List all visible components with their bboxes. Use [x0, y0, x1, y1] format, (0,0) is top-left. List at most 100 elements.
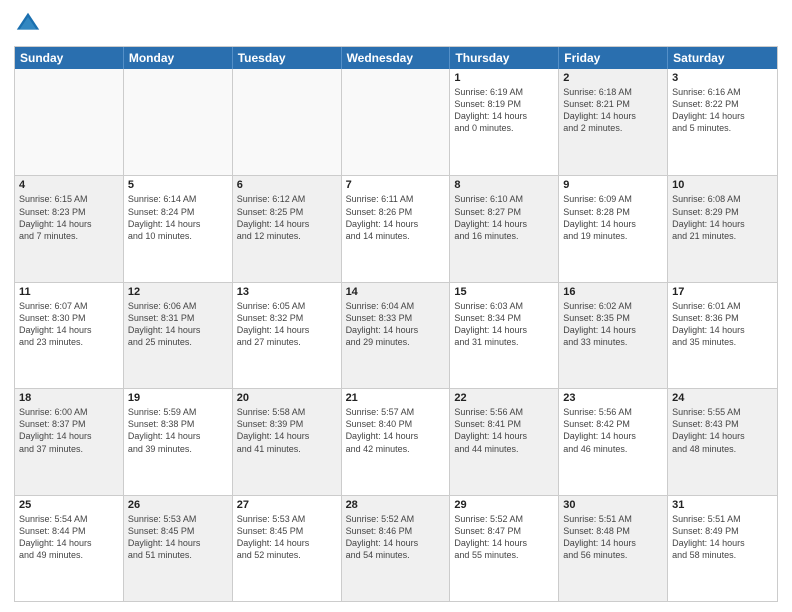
day-info: Sunrise: 5:57 AM Sunset: 8:40 PM Dayligh… [346, 406, 446, 455]
page: SundayMondayTuesdayWednesdayThursdayFrid… [0, 0, 792, 612]
calendar-body: 1 Sunrise: 6:19 AM Sunset: 8:19 PM Daylig… [15, 69, 777, 601]
day-info: Sunrise: 6:15 AM Sunset: 8:23 PM Dayligh… [19, 193, 119, 242]
calendar-day-11: 11 Sunrise: 6:07 AM Sunset: 8:30 PM Dayli… [15, 283, 124, 388]
day-info: Sunrise: 6:05 AM Sunset: 8:32 PM Dayligh… [237, 300, 337, 349]
day-number: 28 [346, 499, 446, 511]
day-number: 15 [454, 286, 554, 298]
day-number: 25 [19, 499, 119, 511]
day-number: 7 [346, 179, 446, 191]
day-info: Sunrise: 6:19 AM Sunset: 8:19 PM Dayligh… [454, 86, 554, 135]
day-number: 3 [672, 72, 773, 84]
calendar-day-20: 20 Sunrise: 5:58 AM Sunset: 8:39 PM Dayli… [233, 389, 342, 494]
calendar-day-empty [124, 69, 233, 175]
day-info: Sunrise: 6:12 AM Sunset: 8:25 PM Dayligh… [237, 193, 337, 242]
day-info: Sunrise: 5:53 AM Sunset: 8:45 PM Dayligh… [128, 513, 228, 562]
day-info: Sunrise: 5:54 AM Sunset: 8:44 PM Dayligh… [19, 513, 119, 562]
day-info: Sunrise: 6:06 AM Sunset: 8:31 PM Dayligh… [128, 300, 228, 349]
day-info: Sunrise: 6:08 AM Sunset: 8:29 PM Dayligh… [672, 193, 773, 242]
day-info: Sunrise: 6:07 AM Sunset: 8:30 PM Dayligh… [19, 300, 119, 349]
day-info: Sunrise: 5:51 AM Sunset: 8:49 PM Dayligh… [672, 513, 773, 562]
calendar-day-4: 4 Sunrise: 6:15 AM Sunset: 8:23 PM Daylig… [15, 176, 124, 281]
day-number: 4 [19, 179, 119, 191]
day-number: 5 [128, 179, 228, 191]
calendar-day-28: 28 Sunrise: 5:52 AM Sunset: 8:46 PM Dayli… [342, 496, 451, 601]
calendar-day-13: 13 Sunrise: 6:05 AM Sunset: 8:32 PM Dayli… [233, 283, 342, 388]
weekday-header-friday: Friday [559, 47, 668, 69]
day-number: 20 [237, 392, 337, 404]
weekday-header-thursday: Thursday [450, 47, 559, 69]
calendar-day-26: 26 Sunrise: 5:53 AM Sunset: 8:45 PM Dayli… [124, 496, 233, 601]
day-number: 6 [237, 179, 337, 191]
day-info: Sunrise: 6:02 AM Sunset: 8:35 PM Dayligh… [563, 300, 663, 349]
calendar-day-27: 27 Sunrise: 5:53 AM Sunset: 8:45 PM Dayli… [233, 496, 342, 601]
day-info: Sunrise: 5:59 AM Sunset: 8:38 PM Dayligh… [128, 406, 228, 455]
day-number: 9 [563, 179, 663, 191]
logo-icon [14, 10, 42, 38]
calendar-day-14: 14 Sunrise: 6:04 AM Sunset: 8:33 PM Dayli… [342, 283, 451, 388]
day-info: Sunrise: 6:01 AM Sunset: 8:36 PM Dayligh… [672, 300, 773, 349]
day-info: Sunrise: 6:16 AM Sunset: 8:22 PM Dayligh… [672, 86, 773, 135]
calendar-row-1: 1 Sunrise: 6:19 AM Sunset: 8:19 PM Daylig… [15, 69, 777, 175]
day-number: 10 [672, 179, 773, 191]
calendar-day-21: 21 Sunrise: 5:57 AM Sunset: 8:40 PM Dayli… [342, 389, 451, 494]
day-number: 19 [128, 392, 228, 404]
calendar-row-2: 4 Sunrise: 6:15 AM Sunset: 8:23 PM Daylig… [15, 175, 777, 281]
weekday-header-wednesday: Wednesday [342, 47, 451, 69]
day-info: Sunrise: 5:51 AM Sunset: 8:48 PM Dayligh… [563, 513, 663, 562]
calendar-day-19: 19 Sunrise: 5:59 AM Sunset: 8:38 PM Dayli… [124, 389, 233, 494]
day-info: Sunrise: 5:53 AM Sunset: 8:45 PM Dayligh… [237, 513, 337, 562]
day-number: 2 [563, 72, 663, 84]
calendar-day-22: 22 Sunrise: 5:56 AM Sunset: 8:41 PM Dayli… [450, 389, 559, 494]
calendar-day-empty [233, 69, 342, 175]
calendar-header: SundayMondayTuesdayWednesdayThursdayFrid… [15, 47, 777, 69]
day-number: 27 [237, 499, 337, 511]
calendar-row-5: 25 Sunrise: 5:54 AM Sunset: 8:44 PM Dayli… [15, 495, 777, 601]
calendar-day-23: 23Sunrise: 5:56 AM Sunset: 8:42 PM Dayli… [559, 389, 668, 494]
day-info: Sunrise: 6:09 AM Sunset: 8:28 PM Dayligh… [563, 193, 663, 242]
calendar-day-29: 29Sunrise: 5:52 AM Sunset: 8:47 PM Dayli… [450, 496, 559, 601]
calendar-day-3: 3 Sunrise: 6:16 AM Sunset: 8:22 PM Daylig… [668, 69, 777, 175]
calendar-day-16: 16 Sunrise: 6:02 AM Sunset: 8:35 PM Dayli… [559, 283, 668, 388]
day-info: Sunrise: 5:58 AM Sunset: 8:39 PM Dayligh… [237, 406, 337, 455]
day-number: 21 [346, 392, 446, 404]
day-number: 17 [672, 286, 773, 298]
day-info: Sunrise: 5:55 AM Sunset: 8:43 PM Dayligh… [672, 406, 773, 455]
day-number: 31 [672, 499, 773, 511]
calendar-day-5: 5 Sunrise: 6:14 AM Sunset: 8:24 PM Daylig… [124, 176, 233, 281]
day-info: Sunrise: 6:14 AM Sunset: 8:24 PM Dayligh… [128, 193, 228, 242]
day-info: Sunrise: 6:11 AM Sunset: 8:26 PM Dayligh… [346, 193, 446, 242]
day-info: Sunrise: 6:10 AM Sunset: 8:27 PM Dayligh… [454, 193, 554, 242]
calendar-day-17: 17 Sunrise: 6:01 AM Sunset: 8:36 PM Dayli… [668, 283, 777, 388]
calendar-day-empty [15, 69, 124, 175]
calendar-day-8: 8 Sunrise: 6:10 AM Sunset: 8:27 PM Daylig… [450, 176, 559, 281]
day-number: 1 [454, 72, 554, 84]
calendar-day-empty [342, 69, 451, 175]
day-number: 26 [128, 499, 228, 511]
weekday-header-tuesday: Tuesday [233, 47, 342, 69]
calendar-day-12: 12 Sunrise: 6:06 AM Sunset: 8:31 PM Dayli… [124, 283, 233, 388]
calendar-day-2: 2Sunrise: 6:18 AM Sunset: 8:21 PM Daylig… [559, 69, 668, 175]
day-info: Sunrise: 5:56 AM Sunset: 8:42 PM Dayligh… [563, 406, 663, 455]
calendar: SundayMondayTuesdayWednesdayThursdayFrid… [14, 46, 778, 602]
calendar-day-10: 10 Sunrise: 6:08 AM Sunset: 8:29 PM Dayli… [668, 176, 777, 281]
calendar-day-1: 1 Sunrise: 6:19 AM Sunset: 8:19 PM Daylig… [450, 69, 559, 175]
weekday-header-sunday: Sunday [15, 47, 124, 69]
day-info: Sunrise: 6:04 AM Sunset: 8:33 PM Dayligh… [346, 300, 446, 349]
day-number: 11 [19, 286, 119, 298]
calendar-day-30: 30Sunrise: 5:51 AM Sunset: 8:48 PM Dayli… [559, 496, 668, 601]
day-number: 22 [454, 392, 554, 404]
calendar-day-24: 24Sunrise: 5:55 AM Sunset: 8:43 PM Dayli… [668, 389, 777, 494]
logo [14, 10, 46, 38]
calendar-row-4: 18Sunrise: 6:00 AM Sunset: 8:37 PM Dayli… [15, 388, 777, 494]
day-number: 13 [237, 286, 337, 298]
day-number: 29 [454, 499, 554, 511]
day-number: 12 [128, 286, 228, 298]
day-info: Sunrise: 5:56 AM Sunset: 8:41 PM Dayligh… [454, 406, 554, 455]
day-number: 8 [454, 179, 554, 191]
day-info: Sunrise: 5:52 AM Sunset: 8:46 PM Dayligh… [346, 513, 446, 562]
calendar-day-25: 25 Sunrise: 5:54 AM Sunset: 8:44 PM Dayli… [15, 496, 124, 601]
day-number: 16 [563, 286, 663, 298]
calendar-day-18: 18Sunrise: 6:00 AM Sunset: 8:37 PM Dayli… [15, 389, 124, 494]
weekday-header-saturday: Saturday [668, 47, 777, 69]
day-number: 14 [346, 286, 446, 298]
